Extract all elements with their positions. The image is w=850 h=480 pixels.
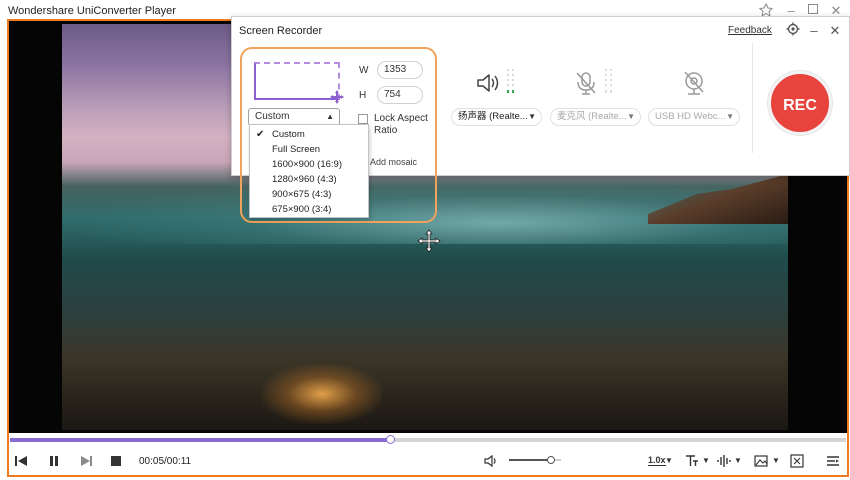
seek-bar-progress — [10, 438, 391, 442]
preset-option-label: 1600×900 (16:9) — [272, 159, 342, 170]
preset-option-label: Full Screen — [272, 144, 321, 155]
pause-icon[interactable] — [46, 453, 62, 469]
width-input[interactable]: 1353 — [377, 61, 423, 79]
width-label: W — [359, 65, 369, 76]
preset-selected-label: Custom — [255, 111, 290, 122]
microphone-device-label: 麦克风 (Realte... — [557, 111, 627, 122]
speaker-device-dropdown[interactable]: 扬声器 (Realte... ▼ — [451, 108, 542, 126]
webcam-disabled-icon[interactable] — [680, 69, 708, 97]
move-cursor-icon[interactable] — [417, 229, 441, 253]
preset-option[interactable]: ✔ Custom — [250, 127, 368, 142]
chevron-up-icon: ▲ — [326, 112, 334, 121]
playlist-icon[interactable] — [825, 453, 841, 469]
microphone-level-meter — [605, 69, 612, 93]
preset-option-label: 675×900 (3:4) — [272, 204, 332, 215]
audio-track-icon[interactable] — [716, 453, 732, 469]
height-label: H — [359, 90, 367, 101]
chevron-down-icon[interactable]: ▼ — [665, 453, 673, 469]
lock-aspect-label: Lock Aspect Ratio — [374, 113, 428, 136]
preset-option-label: 1280×960 (4:3) — [272, 174, 337, 185]
checkmark-icon: ✔ — [256, 129, 265, 140]
fullscreen-icon[interactable] — [789, 453, 805, 469]
microphone-disabled-icon[interactable] — [572, 69, 600, 97]
speaker-level-meter — [507, 69, 514, 93]
preset-option-label: 900×675 (4:3) — [272, 189, 332, 200]
volume-icon[interactable] — [483, 453, 499, 469]
preset-dropdown-list: ✔ Custom Full Screen 1600×900 (16:9) 1280×96… — [249, 124, 369, 218]
chevron-down-icon[interactable]: ▼ — [734, 453, 742, 469]
rec-button[interactable]: REC — [768, 71, 832, 135]
region-move-icon[interactable] — [329, 89, 345, 105]
chevron-down-icon[interactable]: ▼ — [772, 453, 780, 469]
preset-option[interactable]: 675×900 (3:4) — [250, 202, 368, 217]
chevron-down-icon: ▼ — [627, 112, 635, 121]
recorder-close-icon[interactable]: ✕ — [827, 22, 843, 40]
time-display: 00:05/00:11 — [139, 456, 192, 467]
previous-frame-icon[interactable] — [13, 453, 29, 469]
subtitle-icon[interactable] — [684, 453, 700, 469]
volume-thumb[interactable] — [546, 456, 555, 464]
speaker-device-label: 扬声器 (Realte... — [458, 111, 528, 122]
microphone-device-dropdown[interactable]: 麦克风 (Realte... ▼ — [550, 108, 641, 126]
player-title: Wondershare UniConverter Player — [8, 5, 176, 17]
preset-option[interactable]: 900×675 (4:3) — [250, 187, 368, 202]
lock-aspect-checkbox[interactable] — [358, 114, 368, 124]
chevron-down-icon: ▼ — [528, 112, 536, 121]
preset-option[interactable]: Full Screen — [250, 142, 368, 157]
webcam-device-dropdown[interactable]: USB HD Webc... ▼ — [648, 108, 740, 126]
chevron-down-icon: ▼ — [726, 112, 734, 121]
recorder-title: Screen Recorder — [239, 25, 323, 37]
speed-button[interactable]: 1.0x — [648, 455, 666, 466]
chevron-down-icon[interactable]: ▼ — [702, 453, 710, 469]
sun-reflection — [262, 364, 382, 424]
seek-thumb[interactable] — [386, 435, 396, 444]
preset-option[interactable]: 1600×900 (16:9) — [250, 157, 368, 172]
height-input[interactable]: 754 — [377, 86, 423, 104]
panel-divider — [752, 43, 753, 153]
next-icon[interactable] — [78, 453, 94, 469]
webcam-device-label: USB HD Webc... — [655, 111, 726, 122]
add-mosaic-label[interactable]: Add mosaic — [370, 157, 417, 167]
region-preview[interactable] — [254, 62, 340, 100]
speaker-icon[interactable] — [474, 69, 502, 97]
preset-option-label: Custom — [272, 129, 305, 140]
feedback-link[interactable]: Feedback — [728, 25, 772, 36]
settings-icon[interactable] — [785, 22, 801, 40]
stop-icon[interactable] — [108, 453, 124, 469]
desktop: Wondershare UniConverter Player – ✕ Scre… — [0, 0, 850, 480]
snapshot-icon[interactable] — [753, 453, 769, 469]
preset-option[interactable]: 1280×960 (4:3) — [250, 172, 368, 187]
volume-slider-fill — [509, 459, 551, 461]
recorder-minimize-icon[interactable]: – — [806, 22, 822, 40]
